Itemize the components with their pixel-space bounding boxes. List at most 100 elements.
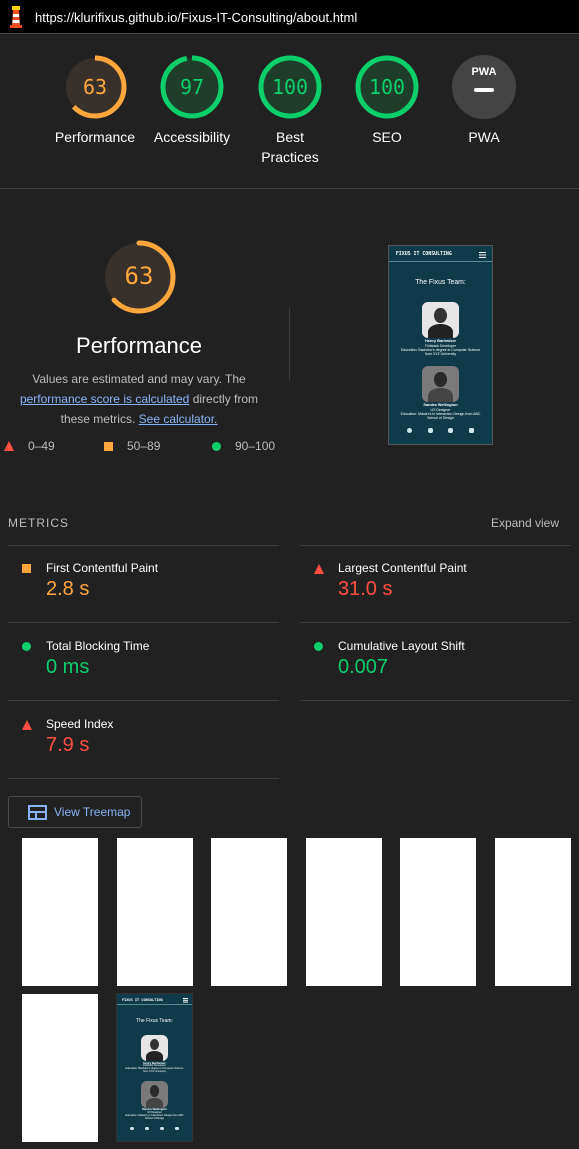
final-screenshot[interactable]: FIXUS IT CONSULTING The Fixus Team: Henry …: [388, 245, 493, 445]
average-square-icon: [22, 564, 31, 573]
metrics-rule: [8, 545, 279, 546]
metrics-header: METRICS: [8, 516, 69, 530]
person-name: Sandra Wellington: [423, 401, 458, 407]
metric-name: Cumulative Layout Shift: [338, 639, 465, 653]
pwa-icon: [452, 55, 516, 119]
url-bar: https://klurifixus.github.io/Fixus-IT-Co…: [0, 0, 579, 34]
metrics-rule: [8, 622, 279, 623]
performance-big-score: 63: [124, 262, 154, 290]
gauge-best-practices[interactable]: 100 Best Practices: [240, 54, 340, 167]
gauge-label: Best Practices: [261, 129, 319, 165]
twitter-icon: [145, 1126, 149, 1131]
filmstrip-frame[interactable]: [22, 994, 98, 1142]
performance-title: Performance: [76, 333, 202, 358]
person-education: Education: Bachelor's degree in Computer…: [400, 348, 481, 357]
metric-name: Largest Contentful Paint: [338, 561, 467, 575]
gauge-seo[interactable]: 100 SEO: [337, 54, 437, 147]
gauge-accessibility[interactable]: 97 Accessibility: [142, 54, 242, 147]
person-photo: [141, 1081, 168, 1108]
person-education: Education: Bachelor's degree in Computer…: [125, 1067, 184, 1074]
metric-value: 0 ms: [46, 656, 90, 678]
performance-description: Values are estimated and may vary. The p…: [0, 369, 278, 429]
person-photo: [422, 365, 459, 402]
legend-fail-label: 0–49: [28, 439, 55, 453]
fail-triangle-icon: [22, 720, 32, 730]
gauge-label: PWA: [468, 129, 500, 145]
social-icons: [389, 428, 492, 434]
metric-name: First Contentful Paint: [46, 561, 159, 575]
filmstrip-frame[interactable]: [495, 838, 571, 986]
filmstrip-frame[interactable]: [117, 838, 193, 986]
fail-triangle-icon: [314, 564, 324, 574]
person-photo: [141, 1034, 168, 1062]
facebook-icon: [129, 1126, 134, 1131]
legend-pass-label: 90–100: [235, 439, 276, 453]
pass-circle-icon: [22, 642, 31, 651]
facebook-icon: [406, 428, 412, 434]
metrics-rule: [300, 700, 571, 701]
pass-circle-icon: [212, 441, 221, 451]
phone-menu-icon: [182, 998, 188, 1000]
vertical-divider: [289, 308, 290, 380]
metric-value: 7.9 s: [46, 734, 90, 756]
metric-name: Speed Index: [46, 717, 114, 731]
linkedin-icon: [448, 428, 454, 434]
phone-brand: FIXUS IT CONSULTING: [395, 250, 452, 257]
gauge-pwa[interactable]: PWA PWA: [434, 54, 534, 147]
pass-circle-icon: [314, 642, 323, 651]
instagram-icon: [175, 1126, 180, 1131]
performance-summary: 63 Performance Values are estimated and …: [0, 238, 278, 429]
metrics-rule: [300, 622, 571, 623]
average-square-icon: [104, 441, 113, 451]
gauge-label: Accessibility: [153, 129, 231, 145]
expand-view-toggle[interactable]: Expand view: [491, 516, 559, 530]
gauge-score: PWA: [471, 66, 497, 78]
phone-header: FIXUS IT CONSULTING: [389, 246, 492, 262]
gauge-label: Performance: [54, 129, 136, 145]
twitter-icon: [427, 428, 433, 434]
legend-fail: 0–49: [4, 439, 55, 453]
filmstrip-frame[interactable]: [306, 838, 382, 986]
metrics-rule: [8, 778, 279, 779]
section-divider: [0, 188, 579, 189]
filmstrip-frame[interactable]: [22, 838, 98, 986]
phone-menu-icon: [479, 251, 487, 254]
treemap-icon: [28, 804, 47, 820]
metric-value: 0.007: [338, 656, 389, 678]
gauge-score: 63: [82, 75, 108, 99]
lighthouse-logo-icon: [10, 6, 22, 28]
person-name: Henry Barhwiser: [424, 338, 457, 344]
page-url[interactable]: https://klurifixus.github.io/Fixus-IT-Co…: [35, 10, 357, 25]
metric-value: 2.8 s: [46, 578, 90, 600]
linkedin-icon: [160, 1126, 164, 1131]
legend-average: 50–89: [104, 439, 160, 453]
gauge-score: 97: [179, 75, 205, 99]
person-education: Education: Master's in Interaction Desig…: [400, 411, 481, 420]
fail-triangle-icon: [4, 441, 14, 451]
social-icons: [117, 1126, 192, 1131]
phone-brand: FIXUS IT CONSULTING: [122, 997, 163, 1002]
score-calculated-link[interactable]: performance score is calculated: [20, 392, 189, 406]
view-treemap-button[interactable]: View Treemap: [8, 796, 142, 828]
metric-value: 31.0 s: [338, 578, 393, 600]
filmstrip-frame[interactable]: [400, 838, 476, 986]
gauge-score: 100: [271, 75, 309, 99]
gauge-label: SEO: [372, 129, 402, 145]
gauge-performance[interactable]: 63 Performance: [45, 54, 145, 147]
person-photo: [422, 301, 459, 339]
filmstrip-frame[interactable]: [211, 838, 287, 986]
instagram-icon: [469, 428, 475, 434]
metrics-rule: [300, 545, 571, 546]
gauge-score: 100: [368, 75, 406, 99]
legend-pass: 90–100: [212, 439, 275, 453]
phone-heading: The Fixus Team:: [136, 1018, 173, 1025]
view-treemap-label: View Treemap: [54, 805, 131, 819]
metrics-rule: [8, 700, 279, 701]
phone-heading: The Fixus Team:: [415, 279, 466, 287]
see-calculator-link[interactable]: See calculator.: [139, 412, 218, 426]
desc-text: Values are estimated and may vary. The: [32, 372, 246, 386]
person-education: Education: Master's in Interaction Desig…: [125, 1113, 184, 1120]
legend-average-label: 50–89: [127, 439, 161, 453]
filmstrip-frame-final[interactable]: FIXUS IT CONSULTING The Fixus Team: Henry …: [116, 993, 193, 1142]
phone-header: FIXUS IT CONSULTING: [117, 994, 192, 1006]
